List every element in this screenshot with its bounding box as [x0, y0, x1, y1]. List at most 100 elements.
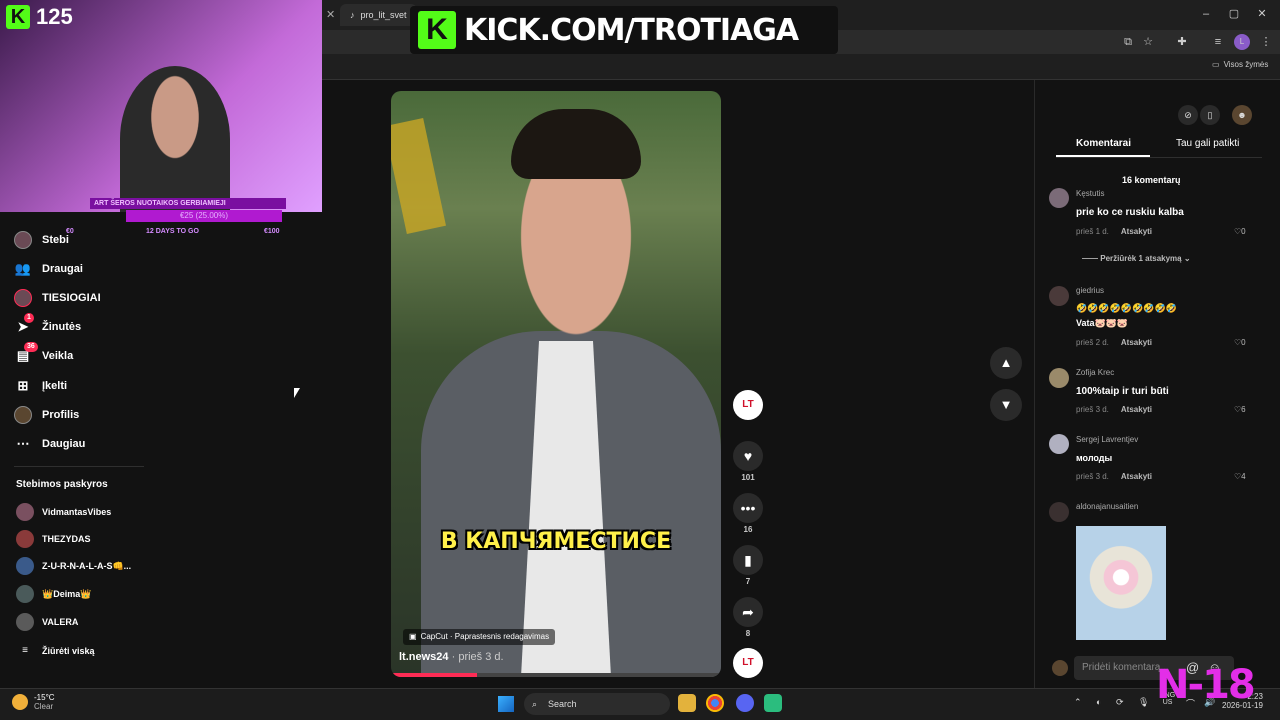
all-bookmarks-button[interactable]: ▭ Visos žymės [1212, 60, 1268, 69]
microphone-icon[interactable]: 🎙 [1138, 697, 1149, 708]
account-item[interactable]: 👑Deima👑 [16, 584, 91, 604]
messages-badge: 1 [24, 313, 34, 323]
media-icon[interactable]: ≡ [1210, 34, 1226, 50]
sidebar-item-tiesiogiai[interactable]: TIESIOGIAI [14, 288, 101, 308]
account-item[interactable]: VALERA [16, 612, 78, 632]
comment-author[interactable]: Zofija Krec [1076, 368, 1114, 377]
see-all-link[interactable]: ≡ Žiūrėti viską [16, 641, 94, 661]
tab-comments[interactable]: Komentarai [1076, 138, 1131, 149]
comment-author[interactable]: Sergej Lavrentjev [1076, 435, 1138, 444]
reply-button[interactable]: Atsakyti [1121, 405, 1152, 414]
sidebar-item-profilis[interactable]: Profilis [14, 405, 79, 425]
sidebar-item-veikla[interactable]: ▤ 36 Veikla [14, 342, 73, 366]
activity-badge: 36 [24, 342, 38, 352]
send-icon: ➤ 1 [14, 313, 34, 336]
comment-count: 16 [743, 525, 753, 534]
video-progress[interactable] [391, 673, 721, 677]
comment-author[interactable]: Kęstutis [1076, 189, 1104, 198]
activity-icon: ▤ 36 [14, 342, 38, 365]
weather-widget[interactable]: -15°C Clear [12, 693, 55, 711]
share-button[interactable]: ➦ 8 [732, 597, 764, 638]
avatar[interactable] [1049, 434, 1069, 454]
discord-icon[interactable] [736, 694, 754, 712]
comment-count-label: 16 komentarų [1122, 175, 1181, 185]
webcam-overlay: K 125 [0, 0, 322, 212]
account-item[interactable]: Z-U-R-N-A-L-A-S👊... [16, 556, 131, 576]
video-author[interactable]: lt.news24 [399, 651, 449, 663]
self-avatar [1052, 660, 1068, 676]
capcut-label[interactable]: ▣ CapCut · Paprastesnis redagavimas [403, 629, 556, 645]
phone-icon[interactable]: ▯ [1200, 105, 1220, 125]
comment-icon: ••• [733, 493, 763, 523]
view-replies-button[interactable]: —— Peržiūrėk 1 atsakymą ⌄ [1082, 254, 1191, 263]
comment-like[interactable]: ♡6 [1234, 405, 1246, 414]
tray-chevron-icon[interactable]: ⌃ [1074, 697, 1082, 708]
tab-title: pro_lit_svet [360, 10, 407, 20]
comment-like[interactable]: ♡4 [1234, 472, 1246, 481]
windows-start-icon[interactable] [498, 696, 514, 712]
share-count: 8 [745, 629, 751, 638]
comment-author[interactable]: giedrius [1076, 286, 1104, 295]
profile-avatar[interactable]: ☻ [1232, 105, 1252, 125]
avatar[interactable] [1049, 286, 1069, 306]
browser-tab[interactable]: ♪ pro_lit_svet [340, 4, 417, 26]
app-icon[interactable] [764, 694, 782, 712]
sound-avatar: LT [733, 648, 763, 678]
comment-button[interactable]: ••• 16 [732, 493, 764, 534]
comment-text: молоды [1076, 453, 1113, 463]
folder-icon: ▭ [1212, 60, 1220, 69]
avatar[interactable] [1049, 368, 1069, 388]
next-video-button[interactable]: ▼ [990, 389, 1022, 421]
taskbar-search[interactable]: ⌕ Search [524, 693, 670, 715]
sidebar-item-daugiau[interactable]: ⋯ Daugiau [14, 434, 86, 454]
extensions-icon[interactable]: ✚ [1174, 34, 1190, 50]
reply-button[interactable]: Atsakyti [1121, 472, 1152, 481]
comment-sticker-image[interactable] [1076, 526, 1166, 640]
avatar[interactable] [1049, 502, 1069, 522]
reply-button[interactable]: Atsakyti [1121, 227, 1152, 236]
share-icon: ➦ [733, 597, 763, 627]
sidebar-item-zinutes[interactable]: ➤ 1 Žinutės [14, 313, 81, 337]
reply-button[interactable]: Atsakyti [1121, 338, 1152, 347]
author-avatar: LT [733, 390, 763, 420]
comment-author[interactable]: aldonajanusaitien [1076, 502, 1138, 511]
comment-like[interactable]: ♡0 [1234, 227, 1246, 236]
tab-suggested[interactable]: Tau gali patikti [1176, 138, 1239, 149]
comment-like[interactable]: ♡0 [1234, 338, 1246, 347]
previous-video-button[interactable]: ▲ [990, 347, 1022, 379]
sidebar-item-draugai[interactable]: 👥 Draugai [14, 259, 83, 279]
save-count: 7 [745, 577, 751, 586]
maximize-icon[interactable]: ▢ [1224, 6, 1244, 22]
sound-avatar-button[interactable]: LT [732, 648, 764, 678]
bookmark-star-icon[interactable]: ☆ [1140, 34, 1156, 50]
minimize-icon[interactable]: – [1196, 6, 1216, 22]
close-tab-icon[interactable]: ✕ [326, 8, 335, 21]
following-title: Stebimos paskyros [16, 479, 108, 490]
menu-icon[interactable]: ⋮ [1258, 34, 1274, 50]
author-avatar-button[interactable]: LT [732, 390, 764, 420]
cast-icon[interactable]: ⧉ [1120, 34, 1136, 50]
file-explorer-icon[interactable] [678, 694, 696, 712]
avatar[interactable] [1049, 188, 1069, 208]
chrome-icon[interactable] [706, 694, 724, 712]
profile-icon[interactable]: L [1234, 34, 1250, 50]
embed-icon[interactable]: ⊘ [1178, 105, 1198, 125]
account-item[interactable]: VidmantasVibes [16, 502, 111, 522]
close-window-icon[interactable]: ✕ [1252, 6, 1272, 22]
sidebar-item-stebi[interactable]: Stebi [14, 230, 69, 250]
bookmark-icon: ▮ [733, 545, 763, 575]
tray-icon[interactable]: ◐ [1096, 697, 1101, 707]
avatar [16, 585, 34, 603]
capcut-icon: ▣ [409, 632, 417, 641]
age-rating-watermark: N-18 [1156, 662, 1256, 708]
search-icon: ⌕ [532, 699, 538, 709]
mouse-cursor [294, 388, 300, 398]
like-button[interactable]: ♥ 101 [732, 441, 764, 482]
goal-end: €100 [264, 228, 280, 235]
save-button[interactable]: ▮ 7 [732, 545, 764, 586]
account-item[interactable]: THEZYDAS [16, 529, 91, 549]
sidebar-item-ikelti[interactable]: ⊞ Įkelti [14, 376, 68, 396]
video-player[interactable]: В КАПЧЯМЕСТИСЕ ▣ CapCut · Paprastesnis r… [391, 91, 721, 677]
comment-text: 🤣🤣🤣🤣🤣🤣🤣🤣🤣 [1076, 303, 1177, 313]
tray-icon[interactable]: ⟳ [1116, 697, 1124, 708]
